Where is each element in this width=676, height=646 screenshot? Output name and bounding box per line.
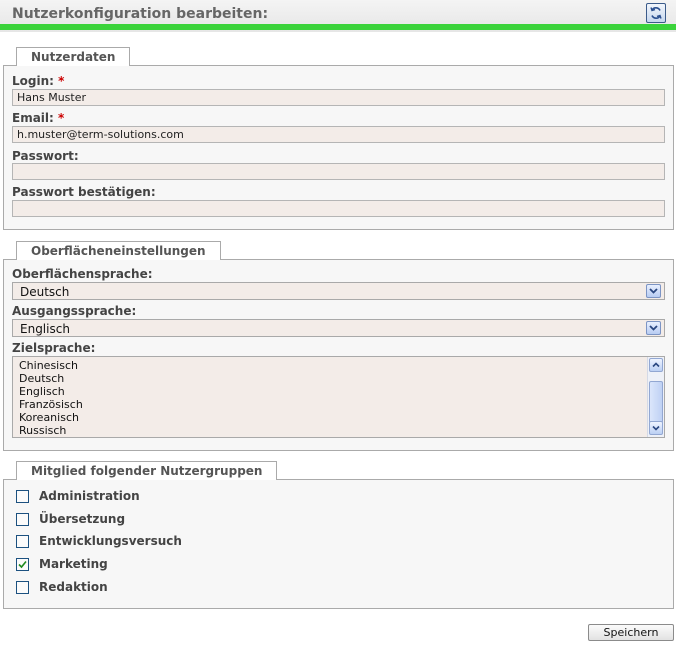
- password-field[interactable]: [12, 163, 665, 180]
- target-language-listbox[interactable]: Chinesisch Deutsch Englisch Französisch …: [12, 356, 665, 438]
- scrollbar[interactable]: [647, 357, 664, 437]
- source-language-select[interactable]: Englisch: [12, 319, 665, 337]
- group-checkbox-entwicklungsversuch[interactable]: [16, 534, 29, 548]
- page-title: Nutzerkonfiguration bearbeiten:: [12, 6, 269, 22]
- scroll-down-button[interactable]: [649, 421, 663, 435]
- email-label: Email: *: [12, 111, 65, 125]
- group-checkbox-marketing[interactable]: [16, 557, 29, 571]
- chevron-up-icon: [652, 362, 660, 368]
- password-label: Passwort:: [12, 149, 79, 163]
- page-header: Nutzerkonfiguration bearbeiten:: [0, 0, 676, 32]
- scrollbar-thumb[interactable]: [649, 381, 663, 423]
- group-row-redaktion[interactable]: Redaktion: [16, 579, 108, 595]
- required-marker: *: [58, 74, 65, 88]
- source-language-label: Ausgangssprache:: [12, 304, 137, 318]
- list-item[interactable]: Deutsch: [13, 372, 664, 385]
- group-checkbox-uebersetzung[interactable]: [16, 512, 29, 526]
- group-row-entwicklungsversuch[interactable]: Entwicklungsversuch: [16, 533, 182, 549]
- group-checkbox-redaktion[interactable]: [16, 580, 29, 594]
- refresh-button[interactable]: [646, 3, 666, 23]
- save-button[interactable]: Speichern: [588, 624, 674, 641]
- refresh-icon: [650, 7, 662, 19]
- group-checkbox-administration[interactable]: [16, 489, 29, 503]
- group-row-uebersetzung[interactable]: Übersetzung: [16, 511, 125, 527]
- list-item[interactable]: Französisch: [13, 398, 664, 411]
- source-language-value: Englisch: [20, 322, 70, 336]
- chevron-down-icon: [649, 325, 658, 331]
- group-label: Administration: [39, 489, 140, 503]
- tab-user-data: Nutzerdaten: [16, 47, 131, 66]
- list-item[interactable]: Chinesisch: [13, 359, 664, 372]
- required-marker: *: [58, 111, 65, 125]
- group-row-marketing[interactable]: Marketing: [16, 556, 108, 572]
- dropdown-button[interactable]: [646, 321, 661, 335]
- group-label: Redaktion: [39, 580, 108, 594]
- chevron-down-icon: [652, 425, 660, 431]
- header-accent-bar: [0, 24, 676, 30]
- interface-language-label: Oberflächensprache:: [12, 267, 153, 281]
- dropdown-button[interactable]: [646, 284, 661, 298]
- checkmark-icon: [18, 560, 27, 568]
- email-field[interactable]: h.muster@term-solutions.com: [12, 126, 665, 143]
- group-label: Entwicklungsversuch: [39, 534, 182, 548]
- group-row-administration[interactable]: Administration: [16, 488, 140, 504]
- interface-language-value: Deutsch: [20, 285, 70, 299]
- tab-user-groups: Mitglied folgender Nutzergruppen: [16, 461, 278, 480]
- list-item[interactable]: Englisch: [13, 385, 664, 398]
- group-label: Marketing: [39, 557, 108, 571]
- login-label: Login: *: [12, 74, 65, 88]
- chevron-down-icon: [649, 288, 658, 294]
- interface-language-select[interactable]: Deutsch: [12, 282, 665, 300]
- password-confirm-field[interactable]: [12, 200, 665, 217]
- list-item[interactable]: Russisch: [13, 424, 664, 437]
- scroll-up-button[interactable]: [649, 358, 663, 372]
- target-language-label: Zielsprache:: [12, 341, 96, 355]
- login-field[interactable]: Hans Muster: [12, 89, 665, 106]
- password-confirm-label: Passwort bestätigen:: [12, 185, 156, 199]
- tab-ui-settings: Oberflächeneinstellungen: [16, 241, 221, 260]
- group-label: Übersetzung: [39, 512, 126, 526]
- list-item[interactable]: Koreanisch: [13, 411, 664, 424]
